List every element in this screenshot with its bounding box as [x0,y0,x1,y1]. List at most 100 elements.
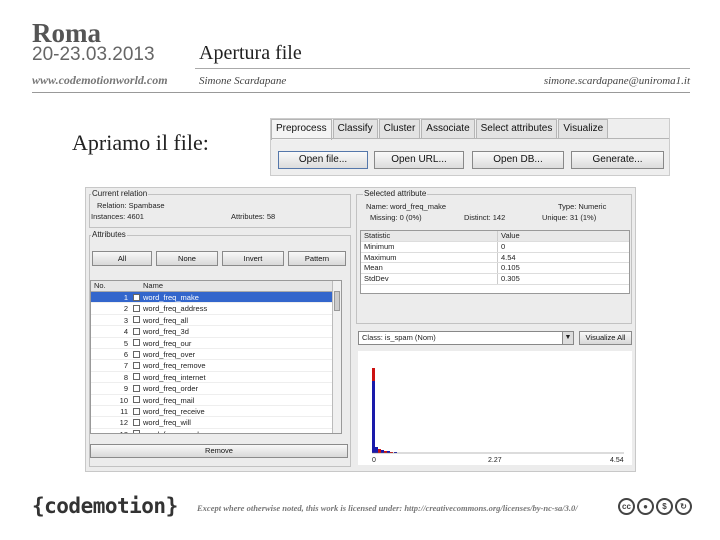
open-db-button[interactable]: Open DB... [472,151,564,169]
table-row[interactable]: 1 word_freq_make [91,292,341,304]
selected-name-label: Name: word_freq_make [366,202,447,211]
unique-label: Unique: 31 (1%) [542,213,597,222]
stats-row: StdDev 0.305 [361,274,629,285]
row-checkbox[interactable] [131,417,141,427]
stat-name: Maximum [361,252,498,263]
col-name: Name [143,281,164,290]
row-checkbox[interactable] [131,292,141,302]
tab-visualize[interactable]: Visualize [558,119,609,138]
checkbox-box[interactable] [132,384,140,392]
weka-tabs: Preprocess Classify Cluster Associate Se… [271,119,609,140]
table-row[interactable]: 12 word_freq_will [91,417,341,429]
checkbox-box[interactable] [132,430,140,433]
weka-preprocess-toolbar: Preprocess Classify Cluster Associate Se… [270,118,670,176]
table-row[interactable]: 9 word_freq_order [91,383,341,395]
row-number: 7 [123,361,128,371]
scroll-thumb[interactable] [334,291,340,311]
visualize-all-button[interactable]: Visualize All [579,331,632,345]
checkbox-box[interactable] [132,407,140,415]
generate-button[interactable]: Generate... [571,151,664,169]
hist-axis-label: 0 [372,457,376,464]
invert-button[interactable]: Invert [222,251,284,266]
hist-bar [381,450,384,453]
row-name: word_freq_over [143,349,196,359]
open-url-button[interactable]: Open URL... [374,151,464,169]
row-checkbox[interactable] [131,315,141,325]
row-checkbox[interactable] [131,383,141,393]
slide-subtitle: Apriamo il file: [72,130,209,155]
checkbox-box[interactable] [132,418,140,426]
nc-icon: $ [656,498,673,515]
tab-select-attributes[interactable]: Select attributes [475,119,558,138]
checkbox-box[interactable] [132,362,140,370]
distinct-label: Distinct: 142 [464,213,506,222]
checkbox-box[interactable] [132,305,140,313]
row-number: 13 [91,429,131,433]
tab-classify[interactable]: Classify [332,119,378,138]
checkbox-box[interactable] [132,327,140,335]
table-row[interactable]: 11 word_freq_receive [91,406,341,418]
by-icon: ● [637,498,654,515]
pattern-button[interactable]: Pattern [288,251,346,266]
attributes-title: Attributes [91,230,127,239]
current-relation-group [89,194,351,228]
chevron-down-icon[interactable]: ▼ [562,332,573,344]
row-checkbox[interactable] [131,360,141,370]
open-file-button[interactable]: Open file... [278,151,368,169]
row-checkbox[interactable] [131,303,141,313]
table-row[interactable]: 3 word_freq_all [91,315,341,327]
tab-cluster[interactable]: Cluster [378,119,421,138]
table-row[interactable]: 6 word_freq_over [91,349,341,361]
slide-title: Apertura file [199,42,302,64]
row-name: word_freq_receive [143,406,205,416]
row-checkbox[interactable] [131,406,141,416]
header-divider [32,92,690,93]
tab-preprocess[interactable]: Preprocess [271,119,332,140]
tab-associate[interactable]: Associate [421,119,475,138]
row-name: word_freq_internet [143,372,206,382]
row-number: 5 [123,338,128,348]
checkbox-box[interactable] [132,339,140,347]
remove-button[interactable]: Remove [90,444,348,458]
checkbox-box[interactable] [132,350,140,358]
hist-bar [378,449,381,453]
row-name: word_freq_our [143,338,192,348]
attributes-table[interactable]: No. Name 1 word_freq_make 2 word_freq_addre… [90,280,342,434]
table-row[interactable]: 5 word_freq_our [91,338,341,349]
table-row[interactable]: 13 word_freq_people [91,429,341,433]
all-button[interactable]: All [92,251,152,266]
stat-value: 0.305 [501,274,520,284]
table-row[interactable]: 10 word_freq_mail [91,395,341,406]
checkbox-box[interactable] [132,396,140,404]
row-checkbox[interactable] [131,349,141,359]
row-number: 1 [123,293,128,302]
hist-bar-spam-red [372,368,375,381]
table-row[interactable]: 7 word_freq_remove [91,360,341,372]
row-checkbox[interactable] [131,372,141,382]
author: Simone Scardapane [199,75,287,87]
class-select[interactable]: Class: is_spam (Nom) ▼ [358,331,574,345]
attributes-rows: 1 word_freq_make 2 word_freq_address 3 word_f… [91,292,341,433]
cc-license-icons: cc ● $ ↻ [618,498,692,515]
relation-label: Relation: Spambase [97,201,165,210]
row-number: 11 [120,406,128,416]
row-name: word_freq_mail [143,395,195,405]
row-checkbox[interactable] [131,326,141,336]
attributes-scrollbar[interactable] [332,281,341,433]
row-checkbox[interactable] [131,429,141,433]
event-url: www.codemotionworld.com [32,73,168,87]
stats-col-statistic: Statistic [361,231,498,241]
checkbox-box[interactable] [132,316,140,324]
stats-col-value: Value [501,231,520,240]
checkbox-box[interactable] [132,373,140,381]
row-checkbox[interactable] [131,338,141,348]
none-button[interactable]: None [156,251,218,266]
row-checkbox[interactable] [131,395,141,405]
statistics-table: Statistic Value Minimum 0 Maximum 4.54 Mea… [360,230,630,294]
table-row[interactable]: 2 word_freq_address [91,303,341,315]
row-number: 10 [119,395,128,405]
table-row[interactable]: 8 word_freq_internet [91,372,341,384]
checkbox-box[interactable] [132,293,140,301]
table-row[interactable]: 4 word_freq_3d [91,326,341,338]
stats-header: Statistic Value [361,231,629,242]
